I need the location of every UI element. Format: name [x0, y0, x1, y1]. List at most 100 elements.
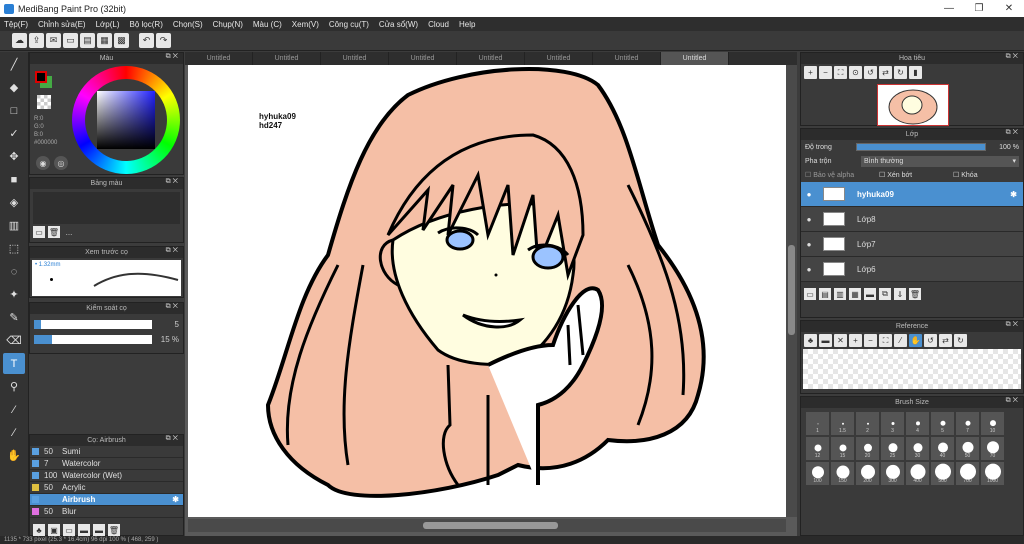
fill-tool-icon[interactable]: ■ — [3, 169, 25, 190]
brush-size-cell[interactable]: 50 — [956, 437, 979, 460]
brush-item[interactable]: 100 Watercolor (Wet) — [30, 470, 183, 482]
visibility-icon[interactable]: ● — [801, 190, 817, 199]
brush-size-cell[interactable]: 4 — [906, 412, 929, 435]
brush-size-cell[interactable]: 12 — [806, 437, 829, 460]
halftone-layer-icon[interactable]: ▦ — [849, 288, 861, 300]
color-mix-icon[interactable]: ◎ — [54, 156, 68, 170]
fit-icon[interactable]: ⛶ — [879, 334, 892, 347]
menu-capture[interactable]: Chụp(N) — [213, 20, 243, 29]
actual-size-icon[interactable]: ⊙ — [849, 66, 862, 79]
delete-layer-icon[interactable]: 🗑 — [909, 288, 921, 300]
vertical-scroll-thumb[interactable] — [788, 245, 795, 335]
gradient-tool-icon[interactable]: ▥ — [3, 215, 25, 236]
brush-opacity-slider[interactable] — [34, 335, 152, 344]
chat-icon[interactable]: ✉ — [46, 33, 61, 48]
zoom-in-icon[interactable]: + — [849, 334, 862, 347]
panel-close-icon[interactable]: ⧉✕ — [166, 53, 180, 61]
doc-icon[interactable]: ▤ — [80, 33, 95, 48]
brush-item-selected[interactable]: Airbrush ✱ — [30, 494, 183, 506]
tab-untitled[interactable]: Untitled — [457, 52, 525, 65]
brush-delete-icon[interactable]: 🗑 — [108, 524, 120, 536]
menu-color[interactable]: Màu (C) — [253, 20, 282, 29]
flip-icon[interactable]: ⇄ — [879, 66, 892, 79]
layer-row-selected[interactable]: ● hyhuka09 ✱ — [801, 182, 1023, 207]
open-reference-icon[interactable]: ♣ — [804, 334, 817, 347]
vertical-scrollbar[interactable] — [786, 65, 797, 517]
primary-color-swatch[interactable] — [35, 71, 47, 83]
rotate-right-icon[interactable]: ↻ — [894, 66, 907, 79]
panel-close-icon[interactable]: ⧉✕ — [1006, 397, 1020, 405]
panel-close-icon[interactable]: ⧉✕ — [166, 247, 180, 255]
new-layer-icon[interactable]: ▭ — [804, 288, 816, 300]
menu-tools[interactable]: Công cụ(T) — [329, 20, 369, 29]
bucket-tool-icon[interactable]: ◈ — [3, 192, 25, 213]
operation-tool-icon[interactable]: ⚲ — [3, 376, 25, 397]
brush-item[interactable]: 50 Acrylic — [30, 482, 183, 494]
layer-row[interactable]: ● Lớp7 — [801, 232, 1023, 257]
brush-size-cell[interactable]: 30 — [906, 437, 929, 460]
reference-area[interactable] — [803, 349, 1021, 389]
brush-size-cell[interactable]: 400 — [906, 462, 929, 485]
close-button[interactable]: ✕ — [994, 3, 1024, 14]
eyedropper-icon[interactable]: ⁄ — [894, 334, 907, 347]
maximize-button[interactable]: ❐ — [964, 3, 994, 14]
zoom-out-icon[interactable]: − — [864, 334, 877, 347]
menu-edit[interactable]: Chỉnh sửa(E) — [38, 20, 86, 29]
navigator-thumbnail[interactable] — [877, 84, 949, 126]
brush-size-cell[interactable]: 150 — [831, 462, 854, 485]
menu-filter[interactable]: Bộ lọc(R) — [130, 20, 163, 29]
brush-item[interactable]: 50 Sumi — [30, 446, 183, 458]
menu-layer[interactable]: Lớp(L) — [96, 20, 120, 29]
tab-untitled[interactable]: Untitled — [321, 52, 389, 65]
brush-size-cell[interactable]: 1.5 — [831, 412, 854, 435]
brush-size-slider[interactable] — [34, 320, 152, 329]
zoom-in-icon[interactable]: + — [804, 66, 817, 79]
brush-size-cell[interactable]: 100 — [806, 462, 829, 485]
fit-icon[interactable]: ⛶ — [834, 66, 847, 79]
blend-mode-select[interactable]: Bình thường ▾ — [861, 155, 1019, 167]
new-8bit-layer-icon[interactable]: ▤ — [819, 288, 831, 300]
check-tool-icon[interactable]: ✓ — [3, 123, 25, 144]
brush-add-icon[interactable]: ▣ — [48, 524, 60, 536]
brush-folder-icon[interactable]: ▬ — [78, 524, 90, 536]
layer-row[interactable]: ● Lớp8 — [801, 207, 1023, 232]
tab-untitled[interactable]: Untitled — [389, 52, 457, 65]
eyedropper-tool-icon[interactable]: ⁄ — [3, 399, 25, 420]
brush-folder2-icon[interactable]: ▬ — [93, 524, 105, 536]
dropper-tool-icon[interactable]: ∕ — [3, 422, 25, 443]
tab-untitled[interactable]: Untitled — [253, 52, 321, 65]
lock-view-icon[interactable]: ▮ — [909, 66, 922, 79]
menu-view[interactable]: Xem(V) — [292, 20, 319, 29]
transparent-color-swatch[interactable] — [37, 95, 51, 109]
image-icon[interactable]: ▬ — [819, 334, 832, 347]
brush-tool-add-icon[interactable]: ♣ — [33, 524, 45, 536]
move-tool-icon[interactable]: ✥ — [3, 146, 25, 167]
brush-size-cell[interactable]: 40 — [931, 437, 954, 460]
brush-tool-icon[interactable]: ╱ — [3, 54, 25, 75]
lasso-tool-icon[interactable]: ◌ — [3, 261, 25, 282]
horizontal-scroll-thumb[interactable] — [423, 522, 558, 529]
shape-tool-icon[interactable]: □ — [3, 100, 25, 121]
brush-size-cell[interactable]: 3 — [881, 412, 904, 435]
color-sample-icon[interactable]: ◉ — [36, 156, 50, 170]
brush-copy-icon[interactable]: ▭ — [63, 524, 75, 536]
tab-untitled[interactable]: Untitled — [185, 52, 253, 65]
duplicate-layer-icon[interactable]: ⧉ — [879, 288, 891, 300]
menu-cloud[interactable]: Cloud — [428, 20, 449, 29]
panel-icon[interactable]: ▩ — [114, 33, 129, 48]
save-icon[interactable]: ⇪ — [29, 33, 44, 48]
menu-file[interactable]: Tệp(F) — [4, 20, 28, 29]
panel-close-icon[interactable]: ⧉✕ — [1006, 129, 1020, 137]
palette-more-icon[interactable]: ... — [63, 226, 75, 238]
add-palette-icon[interactable]: ▭ — [33, 226, 45, 238]
brush-size-cell[interactable]: 1000 — [981, 462, 1004, 485]
brush-item[interactable]: 7 Watercolor — [30, 458, 183, 470]
brush-size-cell[interactable]: 700 — [956, 462, 979, 485]
brush-item[interactable]: 50 Blur — [30, 506, 183, 518]
brush-size-cell[interactable]: 20 — [856, 437, 879, 460]
grid-icon[interactable]: ▦ — [97, 33, 112, 48]
magic-wand-tool-icon[interactable]: ✦ — [3, 284, 25, 305]
flip-icon[interactable]: ⇄ — [939, 334, 952, 347]
brush-size-cell[interactable]: 200 — [856, 462, 879, 485]
hand-tool-icon[interactable]: ✋ — [3, 445, 25, 466]
